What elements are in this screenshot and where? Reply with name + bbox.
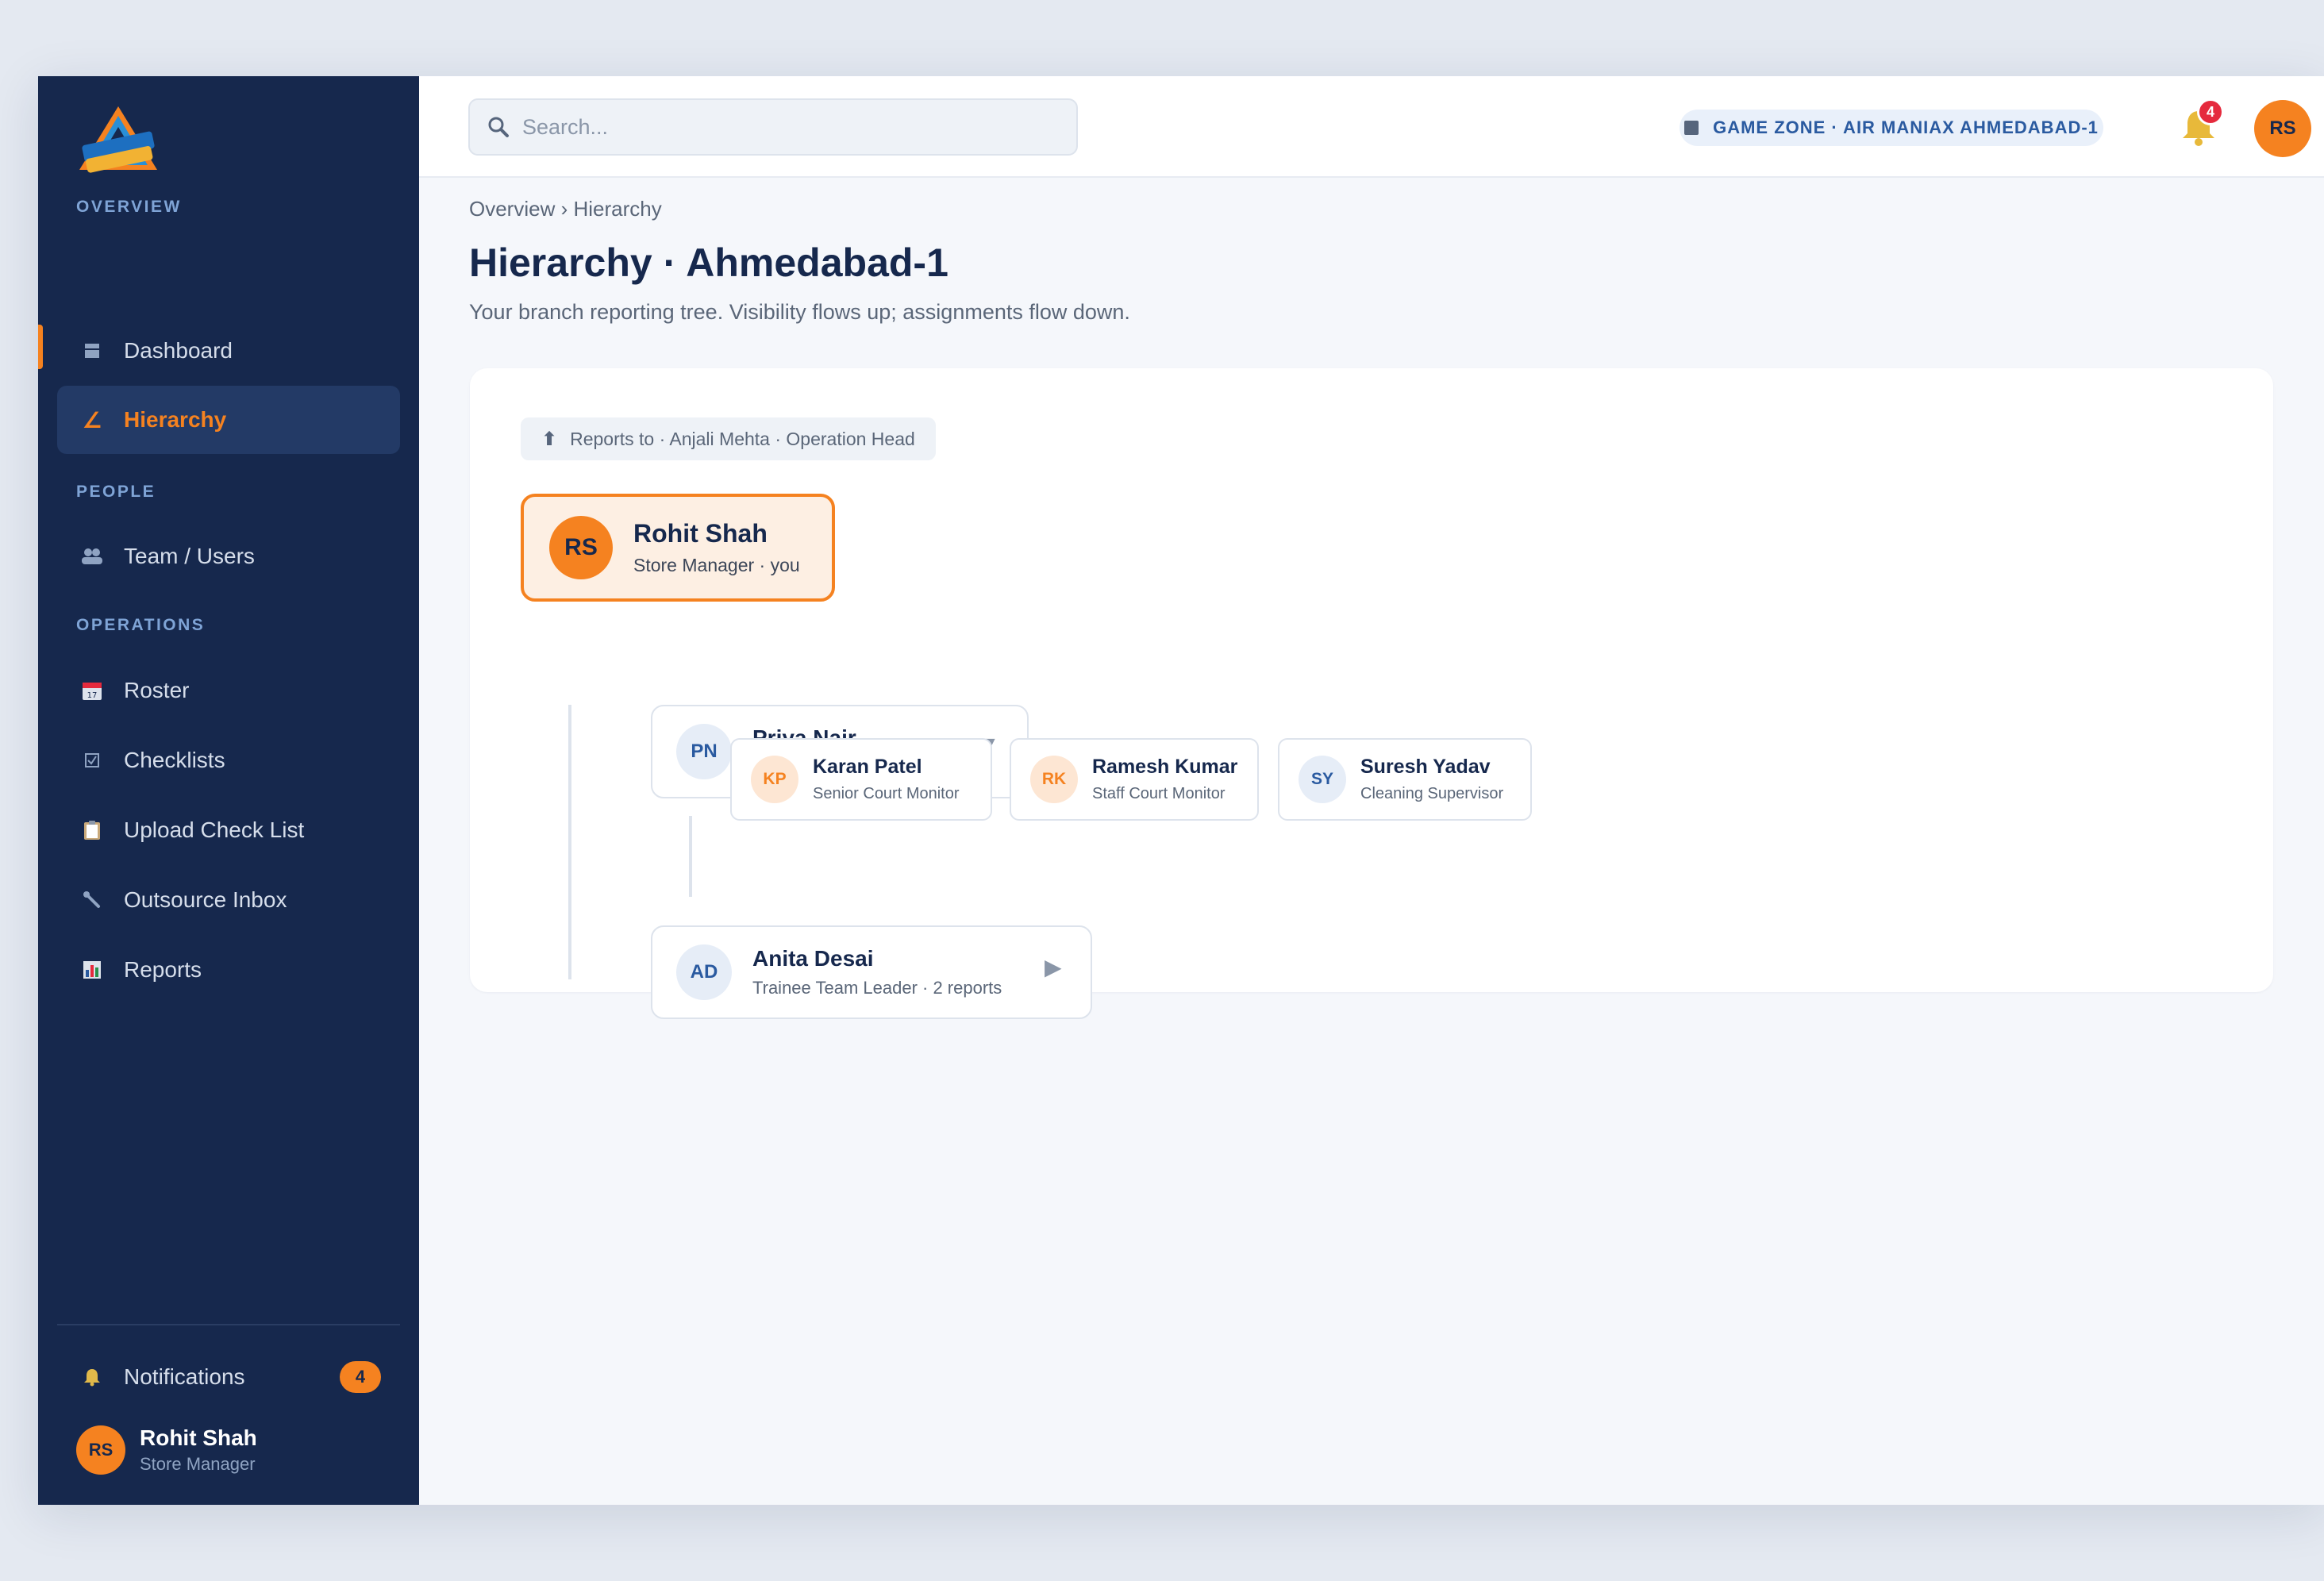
nav-section-overview: OVERVIEW [76, 198, 182, 216]
reports-to-label: Reports to · Anjali Mehta · Operation He… [570, 428, 915, 449]
tree-node-karan-patel[interactable]: KP Karan Patel Senior Court Monitor [730, 738, 992, 821]
reports-to-chip[interactable]: ⬆ Reports to · Anjali Mehta · Operation … [521, 417, 936, 460]
avatar: PN [676, 724, 732, 779]
notification-badge: 4 [2197, 98, 2224, 125]
node-role: Trainee Team Leader · 2 reports [752, 978, 1002, 998]
sidebar-item-team-users[interactable]: Team / Users [57, 522, 400, 590]
tree-node-suresh-yadav[interactable]: SY Suresh Yadav Cleaning Supervisor [1278, 738, 1532, 821]
avatar: AD [676, 944, 732, 1000]
node-name: Suresh Yadav [1360, 756, 1491, 778]
search-icon [488, 117, 509, 137]
arrow-up-icon: ⬆ [541, 428, 558, 450]
avatar: SY [1299, 756, 1346, 803]
user-name: Rohit Shah [140, 1425, 257, 1450]
sidebar-item-label: Team / Users [124, 544, 255, 568]
topbar: GAME ZONE · AIR MANIAX AHMEDABAD-1 4 RS [419, 76, 2324, 178]
users-icon [78, 542, 106, 571]
breadcrumb: Overview › Hierarchy [469, 197, 662, 221]
sidebar-item-label: Checklists [124, 748, 225, 772]
node-name: Anita Desai [752, 946, 874, 971]
avatar: KP [751, 756, 798, 803]
node-name: Karan Patel [813, 756, 922, 778]
sidebar-item-outsource-inbox[interactable]: Outsource Inbox [57, 866, 400, 934]
dashboard-icon [78, 337, 106, 365]
node-name: Rohit Shah [633, 519, 768, 548]
avatar: RS [76, 1425, 125, 1475]
sidebar-item-hierarchy[interactable]: ∠ Hierarchy [57, 386, 400, 454]
nav-section-people: PEOPLE [76, 483, 156, 501]
sidebar-item-label: Roster [124, 678, 190, 702]
chevron-right-icon[interactable]: ▶ [1045, 954, 1062, 980]
node-role: Cleaning Supervisor [1360, 785, 1504, 802]
tree-connector [568, 705, 571, 979]
bar-chart-icon [78, 956, 106, 984]
node-role: Staff Court Monitor [1092, 785, 1225, 802]
notifications-count-badge: 4 [340, 1361, 381, 1393]
branch-selector[interactable]: GAME ZONE · AIR MANIAX AHMEDABAD-1 [1680, 110, 2103, 146]
bell-icon [78, 1363, 106, 1391]
sidebar-user-profile[interactable]: RS Rohit Shah Store Manager [76, 1425, 257, 1475]
node-role: Senior Court Monitor [813, 785, 960, 802]
user-role: Store Manager [140, 1454, 256, 1474]
branch-label: GAME ZONE · AIR MANIAX AHMEDABAD-1 [1713, 117, 2099, 137]
node-role: Store Manager · you [633, 555, 800, 575]
tree-node-anita-desai[interactable]: AD Anita Desai Trainee Team Leader · 2 r… [651, 925, 1092, 1019]
nav-section-operations: OPERATIONS [76, 616, 206, 634]
tree-connector [689, 816, 692, 897]
calendar-icon: 17 [78, 676, 106, 705]
sidebar-divider [57, 1324, 400, 1325]
sidebar-item-notifications[interactable]: Notifications 4 [57, 1343, 400, 1411]
search-box[interactable] [468, 98, 1078, 156]
checkbox-icon [78, 746, 106, 775]
sidebar-item-label: Hierarchy [124, 407, 227, 432]
sidebar-item-roster[interactable]: 17 Roster [57, 656, 400, 725]
sidebar-item-reports[interactable]: Reports [57, 936, 400, 1004]
sidebar-item-upload-check-list[interactable]: Upload Check List [57, 796, 400, 864]
svg-text:17: 17 [87, 691, 98, 700]
active-indicator [38, 325, 43, 369]
sidebar-item-label: Dashboard [124, 338, 233, 363]
sidebar-item-label: Reports [124, 957, 202, 982]
sidebar-item-label: Upload Check List [124, 817, 305, 842]
sidebar-item-label: Notifications [124, 1364, 245, 1389]
app-window: OVERVIEW Dashboard ∠ Hierarchy PEOPLE Te… [38, 76, 2324, 1505]
current-user-node[interactable]: RS Rohit Shah Store Manager · you [521, 494, 835, 602]
search-input[interactable] [522, 114, 1046, 140]
user-avatar-button[interactable]: RS [2254, 100, 2311, 157]
clipboard-icon [78, 816, 106, 844]
tree-node-ramesh-kumar[interactable]: RK Ramesh Kumar Staff Court Monitor [1010, 738, 1259, 821]
avatar: RS [549, 516, 613, 579]
hierarchy-card: ⬆ Reports to · Anjali Mehta · Operation … [470, 368, 2273, 1019]
building-icon [1684, 121, 1699, 135]
page-title: Hierarchy · Ahmedabad-1 [469, 240, 948, 285]
wrench-icon [78, 886, 106, 914]
node-name: Ramesh Kumar [1092, 756, 1238, 778]
sidebar-item-label: Outsource Inbox [124, 887, 287, 912]
hierarchy-icon: ∠ [82, 407, 102, 433]
air-maniax-logo[interactable] [75, 103, 162, 175]
sidebar-item-checklists[interactable]: Checklists [57, 726, 400, 794]
avatar: RK [1030, 756, 1078, 803]
sidebar: OVERVIEW Dashboard ∠ Hierarchy PEOPLE Te… [38, 76, 419, 1505]
page-subtitle: Your branch reporting tree. Visibility f… [469, 300, 1130, 324]
sidebar-item-dashboard[interactable]: Dashboard [57, 317, 400, 385]
